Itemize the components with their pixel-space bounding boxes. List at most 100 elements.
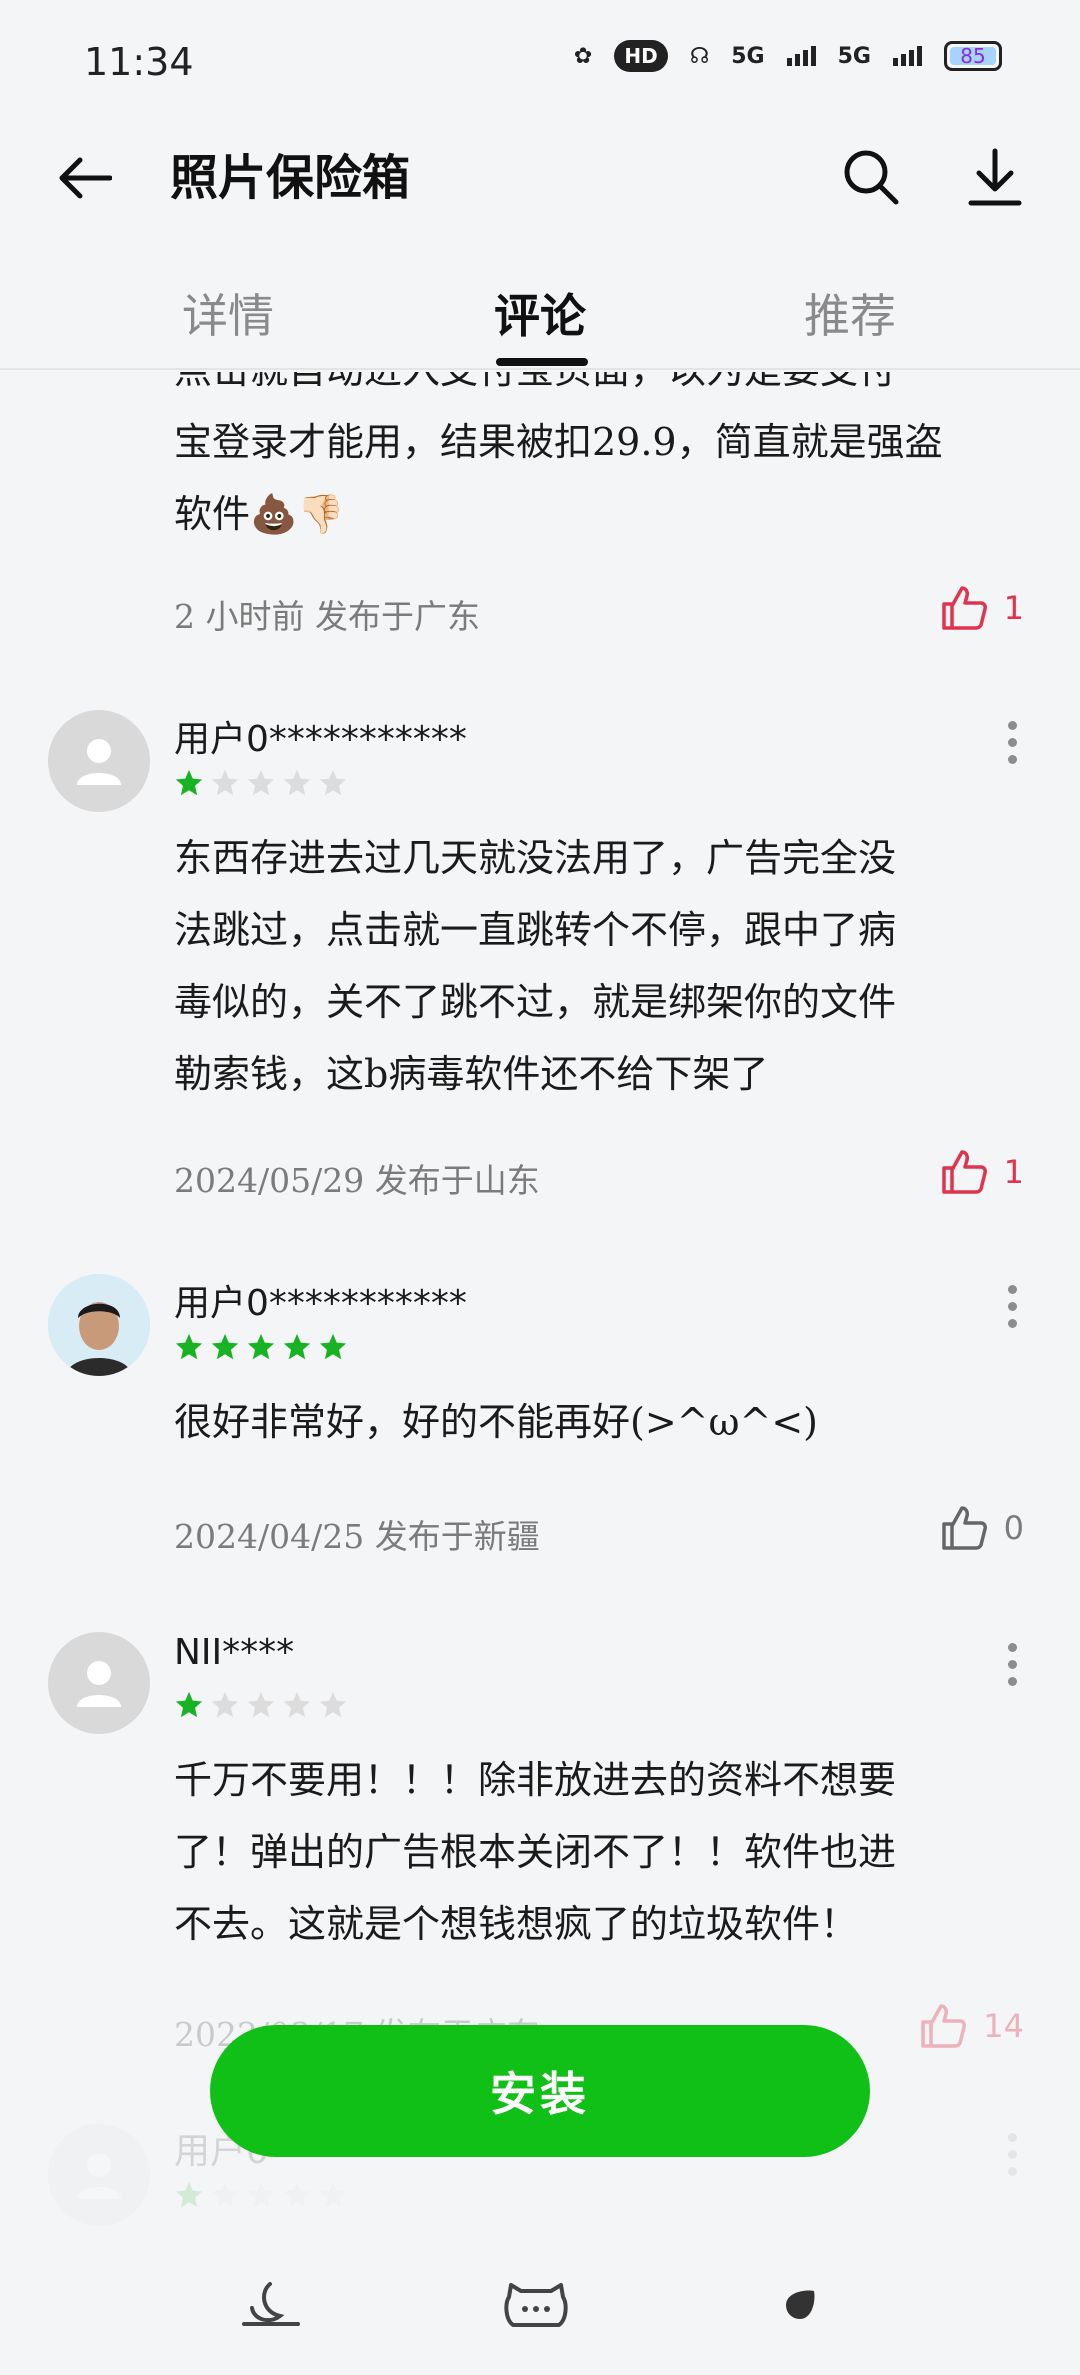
signal-bars-1-icon [786,46,816,66]
star-empty-icon [211,769,239,796]
avatar [48,2124,150,2226]
tab-bar: 详情 评论 推荐 [0,260,1080,370]
review-text-line: 毒似的，关不了跳不过，就是绑架你的文件 [174,980,897,1024]
star-empty-icon [211,2181,239,2208]
default-avatar-icon [77,739,121,785]
status-time: 11:34 [84,40,194,84]
avatar [48,1274,150,1376]
download-button[interactable] [960,142,1030,212]
nav-moon-button[interactable] [232,2270,312,2340]
star-empty-icon [247,2181,275,2208]
review-text: 点击就自动进入支付宝页面，以为是要支付 宝登录才能用，结果被扣29.9，简直就是… [174,372,1024,550]
bottom-nav-bar [0,2240,1080,2375]
review-text-line: 东西存进去过几天就没法用了，广告完全没 [174,836,897,880]
review-text: 东西存进去过几天就没法用了，广告完全没 法跳过，点击就一直跳转个不停，跟中了病 … [174,822,1024,1110]
like-button[interactable]: 14 [919,2002,1024,2050]
page-title: 照片保险箱 [170,150,411,206]
star-empty-icon [211,1691,239,1718]
star-empty-icon [283,1691,311,1718]
review-text-line: 勒索钱，这b病毒软件还不给下架了 [174,1052,769,1096]
username: NII**** [174,1632,295,1673]
star-empty-icon [247,1691,275,1718]
default-avatar-icon [77,2153,121,2199]
signal-5g-2: 5G [837,43,871,69]
status-bar: 11:34 ✿ HD ☊ 5G 5G 85 [0,0,1080,120]
battery-icon: 85 [944,41,1002,71]
like-button[interactable]: 1 [940,584,1024,632]
star-filled-icon [319,1333,347,1360]
like-button[interactable]: 0 [940,1504,1024,1552]
star-filled-icon [283,1333,311,1360]
search-button[interactable] [836,142,906,212]
review-text-line: 不去。这就是个想钱想疯了的垃圾软件！ [174,1902,859,1946]
tab-recommend[interactable]: 推荐 [804,280,896,346]
star-rating [174,2180,348,2210]
app-bar: 照片保险箱 [0,120,1080,230]
flower-icon: ✿ [573,43,593,69]
thumbs-up-icon [941,1506,987,1550]
cat-face-icon [504,2283,568,2327]
like-count: 0 [1003,1509,1024,1547]
star-rating [174,1690,348,1720]
star-filled-icon [247,1333,275,1360]
star-filled-icon [175,1691,203,1718]
back-button[interactable] [52,148,116,208]
thumbs-up-icon [921,2004,967,2048]
install-button[interactable]: 安装 [210,2025,870,2157]
more-options-button[interactable] [992,1634,1032,1694]
star-filled-icon [175,1333,203,1360]
star-empty-icon [319,769,347,796]
more-options-button[interactable] [992,2124,1032,2184]
review-meta: 2024/04/25 发布于新疆 [174,1517,540,1556]
status-icons: ✿ HD ☊ 5G 5G 85 [574,40,1002,72]
star-empty-icon [247,769,275,796]
review-text: 千万不要用！！！除非放进去的资料不想要 了！弹出的广告根本关闭不了！！软件也进 … [174,1744,1024,1960]
wifi-icon: ☊ [689,43,710,69]
leaf-icon [786,2290,815,2319]
star-rating [174,768,348,798]
thumbs-up-icon [941,1150,987,1194]
thumbs-up-icon [941,586,987,630]
avatar [48,710,150,812]
tab-comments[interactable]: 评论 [494,280,586,346]
star-filled-icon [175,2181,203,2208]
review-text-line: 千万不要用！！！除非放进去的资料不想要 [174,1758,897,1802]
search-icon [844,150,899,205]
review-list[interactable]: 点击就自动进入支付宝页面，以为是要支付 宝登录才能用，结果被扣29.9，简直就是… [0,372,1080,2232]
review-text-line: 法跳过，点击就一直跳转个不停，跟中了病 [174,908,897,952]
review-text: 很好非常好，好的不能再好(>^ω^<) [174,1386,1024,1458]
hd-badge: HD [614,40,668,72]
like-button[interactable]: 1 [940,1148,1024,1196]
review-meta: 2024/05/29 发布于山东 [174,1161,540,1200]
like-count: 14 [983,2007,1024,2045]
download-icon [968,148,1022,206]
signal-5g-1: 5G [731,43,765,69]
user-photo-avatar [48,1274,150,1376]
nav-home-button[interactable] [496,2270,576,2340]
star-empty-icon [283,769,311,796]
tab-details[interactable]: 详情 [182,280,274,346]
username: 用户0*********** [174,1283,467,1324]
star-empty-icon [319,1691,347,1718]
moon-icon [242,2282,300,2326]
avatar [48,1632,150,1734]
star-empty-icon [319,2181,347,2208]
nav-leaf-button[interactable] [760,2270,840,2340]
back-arrow-icon [59,157,112,199]
review-text-line: 了！弹出的广告根本关闭不了！！软件也进 [174,1830,897,1874]
review-meta: 2 小时前 发布于广东 [174,597,480,636]
active-tab-indicator [496,358,588,366]
more-options-button[interactable] [992,712,1032,772]
more-options-button[interactable] [992,1276,1032,1336]
like-count: 1 [1003,1153,1024,1191]
star-filled-icon [175,769,203,796]
review-text-line: 宝登录才能用，结果被扣29.9，简直就是强盗 [174,420,943,464]
review-text-line: 软件💩👎🏻 [174,492,345,536]
review-text-line: 很好非常好，好的不能再好(>^ω^<) [174,1400,818,1444]
star-empty-icon [283,2181,311,2208]
username: 用户0*********** [174,719,467,760]
signal-bars-2-icon [893,46,922,66]
review-text-line-partial: 点击就自动进入支付宝页面，以为是要支付 [174,372,1024,406]
default-avatar-icon [77,1661,121,1707]
star-filled-icon [211,1333,239,1360]
